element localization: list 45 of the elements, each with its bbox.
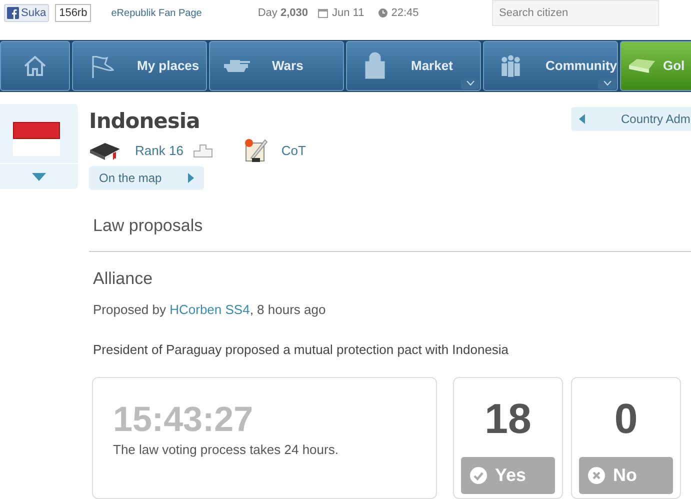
check-circle-icon — [470, 467, 487, 484]
calendar-icon — [318, 8, 328, 18]
dropdown-caret[interactable] — [461, 78, 479, 89]
caret-right-icon — [188, 173, 194, 183]
podium-icon — [193, 144, 214, 158]
date-text: Jun 11 — [332, 6, 364, 21]
nav-tab[interactable]: Market — [346, 41, 481, 91]
caret-left-icon — [579, 114, 585, 124]
like-count: 156rb — [55, 4, 92, 22]
countdown-timer: 15:43:27 — [113, 400, 254, 440]
vote-count: 18 — [484, 394, 532, 444]
like-button[interactable]: Suka — [4, 4, 50, 22]
on-the-map-button[interactable]: On the map — [89, 166, 204, 190]
nav-tab[interactable]: Wars — [209, 41, 344, 91]
rank-text: Rank 16 — [135, 142, 184, 160]
facebook-icon — [7, 7, 19, 19]
tank-icon — [224, 60, 250, 72]
vote-count: 0 — [614, 394, 638, 444]
scroll-quill-icon — [243, 138, 270, 164]
caret-down-icon — [32, 172, 46, 180]
ingot-icon — [629, 59, 655, 73]
x-circle-icon — [588, 467, 605, 484]
nav-tab[interactable] — [0, 41, 70, 91]
vote-yes-button: Yes — [461, 457, 555, 494]
nav-tab[interactable]: My places — [72, 41, 207, 91]
fan-page-link[interactable]: eRepublik Fan Page — [111, 6, 202, 20]
proposal-title: Alliance — [93, 268, 154, 290]
proposal-description: President of Paraguay proposed a mutual protection pact with Indonesia — [93, 340, 510, 359]
proposed-by-text: Proposed by HCorben SS4, 8 hours ago — [93, 301, 327, 319]
country-admin-tab[interactable]: Country Adm — [571, 107, 691, 131]
section-title: Law proposals — [93, 215, 204, 237]
nav-tab[interactable]: Community — [483, 41, 618, 91]
search-field[interactable]: Search citizen — [492, 0, 659, 26]
indonesia-flag — [13, 122, 60, 156]
dropdown-caret[interactable] — [598, 78, 616, 89]
vote-no-button: No — [579, 457, 673, 494]
nav-tab[interactable]: Gol — [620, 41, 691, 91]
book-icon — [89, 140, 121, 162]
author-link[interactable]: HCorben SS4 — [170, 302, 250, 317]
clock-icon — [378, 8, 388, 18]
time-text: 22:45 — [391, 6, 419, 21]
alliance-link[interactable]: CoT — [281, 141, 306, 161]
country-name: Indonesia — [89, 108, 201, 134]
timer-note: The law voting process takes 24 hours. — [113, 441, 340, 459]
day-counter: Day 2,030 — [258, 6, 308, 21]
